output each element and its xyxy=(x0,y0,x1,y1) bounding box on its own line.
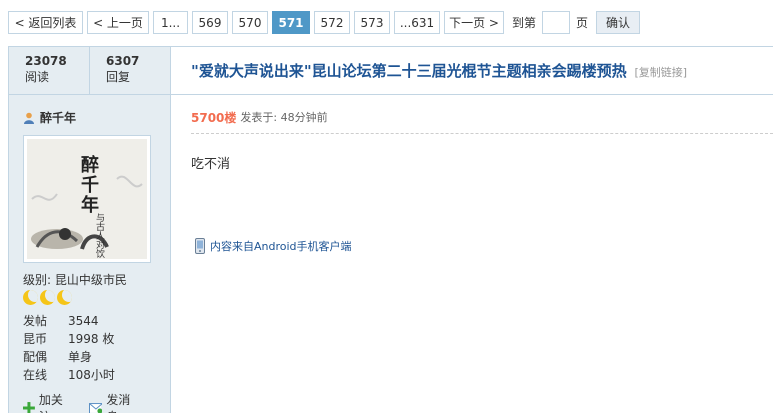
info-label: 昆币 xyxy=(23,332,48,346)
author-name[interactable]: 醉千年 xyxy=(40,109,76,126)
follow-button[interactable]: 加关注 xyxy=(23,391,75,413)
author-sidebar: 醉千年 醉千年 与古人对饮 级别: 昆山中级市民 发帖 3544 昆币 1998… xyxy=(9,95,170,413)
thread-stats: 23078 阅读 6307 回复 xyxy=(9,47,170,95)
online-value: 108小时 xyxy=(68,368,115,382)
post-content: 5700楼 发表于: 48分钟前 吃不消 内容来自Android手机客户端 xyxy=(170,95,773,413)
post-body: 吃不消 xyxy=(191,157,231,172)
avatar-image: 醉千年 与古人对饮 xyxy=(27,139,147,259)
views-stat: 23078 阅读 xyxy=(9,47,89,94)
page-link-1[interactable]: 1... xyxy=(153,11,188,34)
floor-number[interactable]: 5700楼 xyxy=(191,109,236,126)
avatar-subtitle-text: 与古人对饮 xyxy=(94,213,104,258)
page-link-572[interactable]: 572 xyxy=(314,11,350,34)
post-meta: 5700楼 发表于: 48分钟前 xyxy=(191,108,773,126)
page-link-last[interactable]: ...631 xyxy=(394,11,440,34)
level-value[interactable]: 昆山中级市民 xyxy=(55,273,127,287)
mobile-phone-icon xyxy=(195,238,205,254)
level-row: 级别: 昆山中级市民 xyxy=(23,271,156,288)
page-link-573[interactable]: 573 xyxy=(354,11,390,34)
author-actions: 加关注 发消息 xyxy=(23,391,156,413)
goto-page-input[interactable] xyxy=(542,11,571,34)
pagination: < 返回列表 < 上一页 1... 569 570 571 572 573 ..… xyxy=(8,11,641,34)
replies-stat: 6307 回复 xyxy=(89,47,169,94)
level-label: 级别: xyxy=(23,273,52,287)
spouse-value: 单身 xyxy=(68,350,93,364)
send-message-button[interactable]: 发消息 xyxy=(88,391,142,413)
posts-value[interactable]: 3544 xyxy=(68,314,156,329)
avatar-title-text: 醉千年 xyxy=(78,155,99,215)
follow-label: 加关注 xyxy=(38,393,63,413)
rank-moons xyxy=(23,290,156,306)
user-icon xyxy=(24,112,34,124)
back-to-list-button[interactable]: < 返回列表 xyxy=(8,11,83,34)
moon-icon xyxy=(57,290,72,305)
author-info: 发帖 3544 昆币 1998 枚 配偶 单身 在线 108小时 xyxy=(23,314,156,383)
page-link-570[interactable]: 570 xyxy=(232,11,268,34)
page-link-569[interactable]: 569 xyxy=(192,11,228,34)
page-unit-label: 页 xyxy=(576,16,589,30)
client-source-text: 内容来自Android手机客户端 xyxy=(210,240,352,253)
envelope-icon xyxy=(88,402,103,413)
prev-page-button[interactable]: < 上一页 xyxy=(87,11,149,34)
replies-count: 6307 xyxy=(106,54,140,68)
avatar[interactable]: 醉千年 与古人对饮 xyxy=(23,135,151,263)
page-link-current[interactable]: 571 xyxy=(272,11,310,34)
views-label: 阅读 xyxy=(25,70,50,84)
post-time: 发表于: 48分钟前 xyxy=(240,111,328,124)
thread-title[interactable]: "爱就大声说出来"昆山论坛第二十三届光棍节主题相亲会踢楼预热 xyxy=(191,62,627,80)
copy-link-button[interactable]: [复制链接] xyxy=(634,66,687,79)
thread-title-bar: "爱就大声说出来"昆山论坛第二十三届光棍节主题相亲会踢楼预热 [复制链接] xyxy=(170,47,773,95)
moon-icon xyxy=(40,290,55,305)
post-container: 23078 阅读 6307 回复 "爱就大声说出来"昆山论坛第二十三届光棍节主题… xyxy=(8,46,773,413)
plus-icon xyxy=(23,402,35,413)
info-label: 发帖 xyxy=(23,314,48,328)
next-page-button[interactable]: 下一页 > xyxy=(444,11,504,34)
coins-value: 1998 枚 xyxy=(68,332,115,346)
send-message-label: 发消息 xyxy=(106,393,131,413)
client-source[interactable]: 内容来自Android手机客户端 xyxy=(195,238,352,254)
goto-label: 到第 xyxy=(512,16,537,30)
author-row: 醉千年 xyxy=(23,109,156,126)
replies-label: 回复 xyxy=(106,70,131,84)
confirm-button[interactable]: 确认 xyxy=(596,11,641,34)
info-label: 配偶 xyxy=(23,350,48,364)
moon-icon xyxy=(23,290,38,305)
meta-divider xyxy=(191,133,773,134)
views-count: 23078 xyxy=(25,54,67,68)
info-label: 在线 xyxy=(23,368,48,382)
